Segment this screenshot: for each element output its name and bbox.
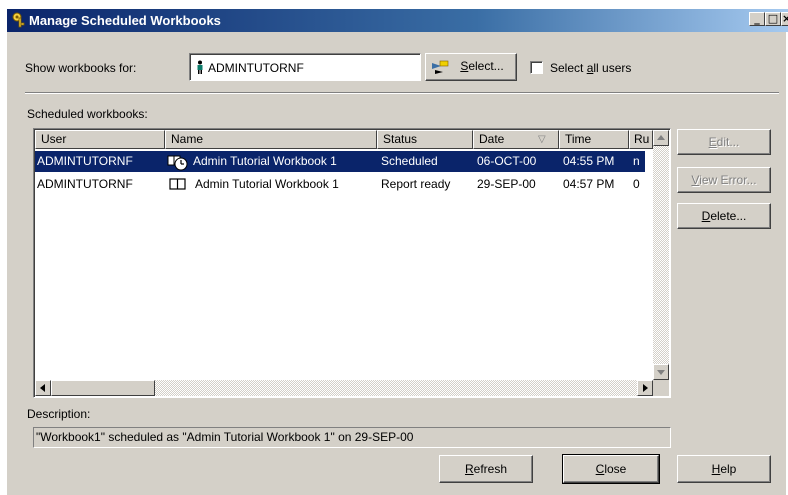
arrow-right-icon (643, 384, 648, 392)
description-field: "Workbook1" scheduled as "Admin Tutorial… (33, 427, 671, 448)
separator (25, 92, 779, 94)
horizontal-scrollbar[interactable] (35, 380, 653, 396)
show-workbooks-label: Show workbooks for: (25, 61, 137, 75)
user-field-value: ADMINTUTORNF (208, 61, 304, 75)
user-field[interactable]: ADMINTUTORNF (189, 53, 421, 81)
cell-time: 04:55 PM (563, 154, 615, 168)
cell-date: 29-SEP-00 (477, 177, 536, 191)
scroll-down-button[interactable] (653, 364, 669, 380)
select-all-users-label[interactable]: Select all users (550, 61, 631, 75)
scheduled-workbooks-label: Scheduled workbooks: (27, 107, 148, 121)
horizontal-scroll-thumb[interactable] (51, 380, 155, 396)
manage-scheduled-workbooks-window: Manage Scheduled Workbooks _ □ × Show wo… (6, 8, 788, 495)
column-header-date-label: Date (479, 132, 505, 146)
cell-date: 06-OCT-00 (477, 154, 537, 168)
cell-status: Report ready (381, 177, 451, 191)
select-all-users-checkbox[interactable] (530, 61, 543, 74)
select-all-pre: Select (550, 61, 587, 75)
help-button[interactable]: Help (677, 455, 771, 483)
refresh-button-label: efresh (473, 462, 508, 476)
select-users-icon (432, 60, 449, 74)
edit-button-label: dit... (716, 135, 740, 149)
close-button-label: lose (604, 462, 627, 476)
scroll-right-button[interactable] (637, 380, 653, 396)
column-header-user[interactable]: User (35, 130, 165, 149)
open-book-icon (169, 178, 186, 190)
scheduled-workbook-icon (167, 155, 188, 171)
select-all-rest: ll users (593, 61, 632, 75)
title-bar[interactable]: Manage Scheduled Workbooks _ □ × (7, 9, 788, 32)
refresh-accel: R (464, 462, 474, 476)
column-header-run[interactable]: Ru (629, 130, 653, 149)
sort-descending-icon: ▽ (538, 134, 546, 145)
view-error-button[interactable]: View Error... (677, 167, 771, 193)
maximize-button[interactable]: □ (765, 12, 781, 26)
scheduled-workbooks-list[interactable]: User Name Status Date ▽ Time Ru ADMINTUT… (33, 128, 671, 398)
edit-button[interactable]: Edit... (677, 129, 771, 155)
table-row[interactable]: ADMINTUTORNF Admin Tutorial Workbook 1 S… (35, 151, 645, 172)
table-row[interactable]: ADMINTUTORNF Admin Tutorial Workbook 1 R… (35, 174, 645, 195)
cell-run: n (633, 154, 640, 168)
minimize-button[interactable]: _ (749, 12, 765, 26)
description-label: Description: (27, 407, 91, 421)
select-button-label: elect... (468, 59, 504, 73)
column-header-status[interactable]: Status (377, 130, 473, 149)
column-header-time[interactable]: Time (559, 130, 629, 149)
close-dialog-button[interactable]: Close (562, 454, 660, 484)
column-header-name[interactable]: Name (165, 130, 377, 149)
delete-button-label: elete... (710, 209, 747, 223)
arrow-left-icon (40, 384, 45, 392)
cell-time: 04:57 PM (563, 177, 615, 191)
vertical-scrollbar[interactable] (653, 130, 669, 380)
scroll-up-button[interactable] (653, 130, 669, 146)
select-users-button[interactable]: Select... (425, 53, 517, 81)
arrow-up-icon (657, 135, 665, 140)
close-button[interactable]: × (781, 12, 788, 26)
cell-user: ADMINTUTORNF (37, 154, 133, 168)
view-error-button-label: iew Error... (699, 173, 757, 187)
cell-status: Scheduled (381, 154, 438, 168)
column-header-date[interactable]: Date ▽ (473, 130, 559, 149)
delete-accel: D (701, 209, 711, 223)
cell-name: Admin Tutorial Workbook 1 (193, 154, 337, 168)
user-icon (197, 60, 203, 74)
edit-accel: E (708, 135, 717, 149)
scroll-left-button[interactable] (35, 380, 51, 396)
delete-button[interactable]: Delete... (677, 203, 771, 229)
cell-run: 0 (633, 177, 640, 191)
cell-user: ADMINTUTORNF (37, 177, 133, 191)
cell-name: Admin Tutorial Workbook 1 (195, 177, 339, 191)
window-title: Manage Scheduled Workbooks (29, 13, 221, 28)
arrow-down-icon (657, 370, 665, 375)
help-button-label: elp (720, 462, 737, 476)
refresh-button[interactable]: Refresh (439, 455, 533, 483)
keys-app-icon (12, 12, 25, 28)
scrollbar-corner (653, 380, 669, 396)
